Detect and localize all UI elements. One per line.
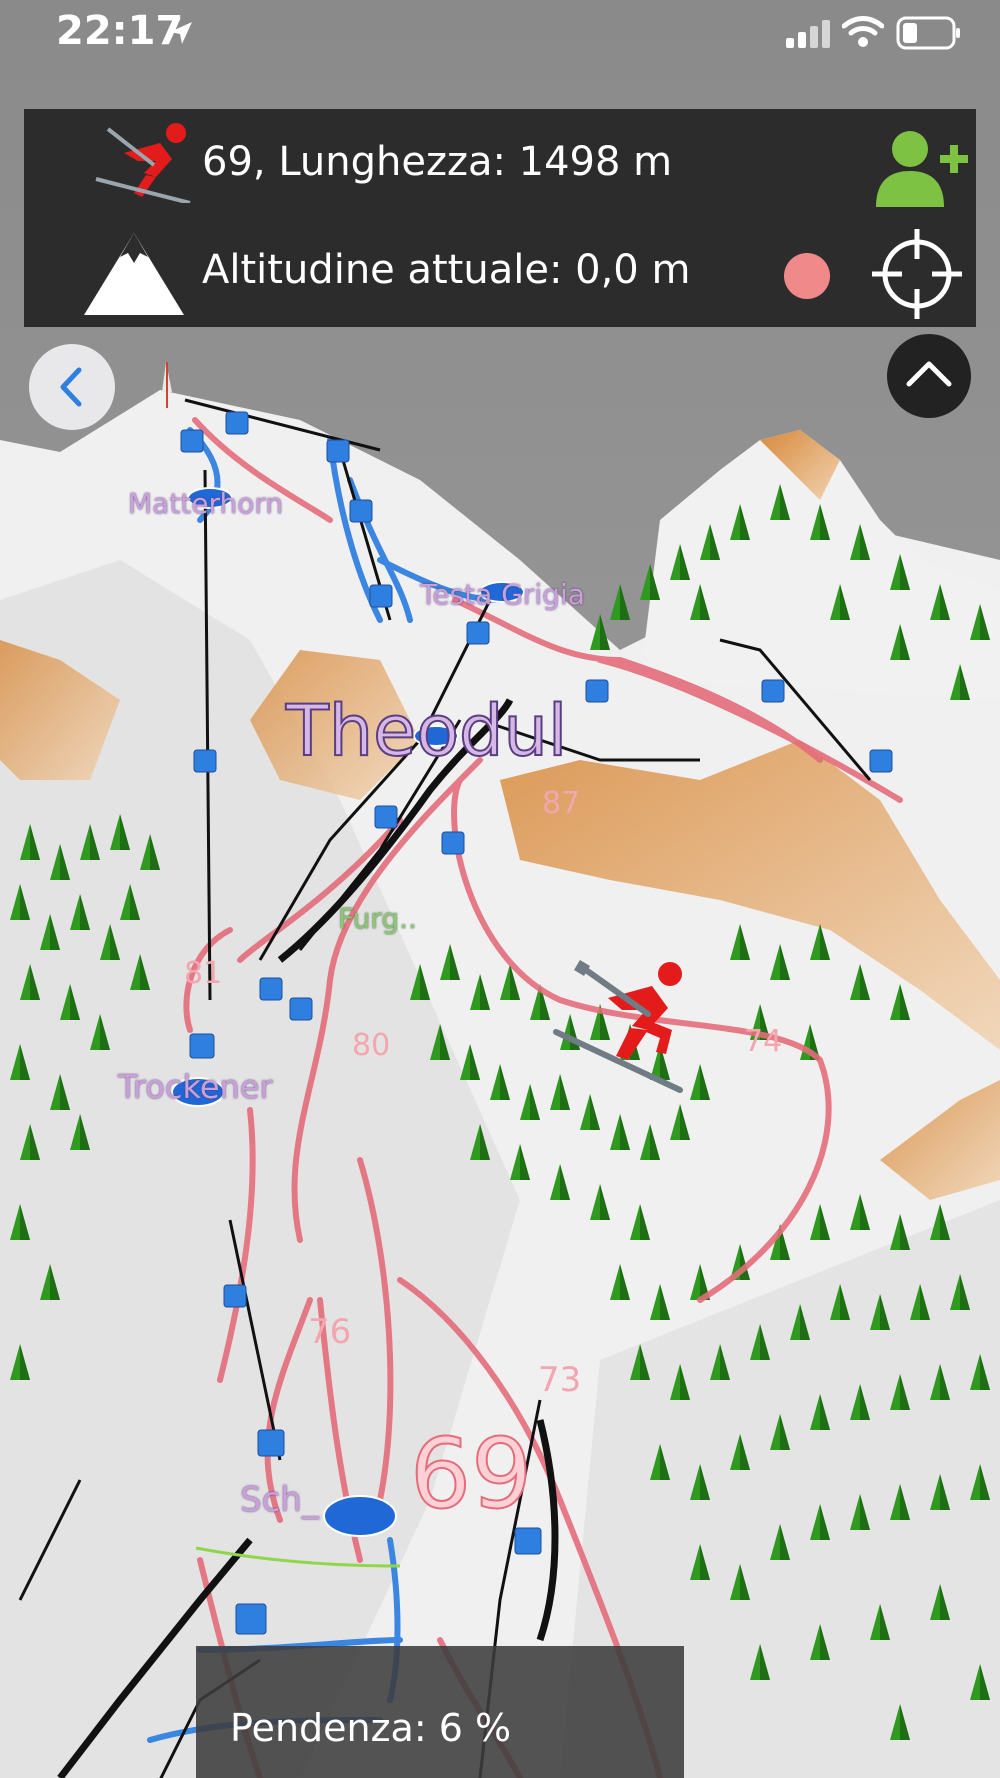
run-number-74: 74 [744, 1024, 783, 1059]
run-number-80: 80 [352, 1028, 391, 1063]
selected-run-number: 69 [409, 1417, 533, 1531]
station-label-matterhorn: Matterhorn [128, 487, 284, 520]
wifi-icon [842, 16, 884, 47]
run-number-73: 73 [538, 1360, 582, 1400]
station-label-testa-grigia: Testa Grigia [420, 578, 585, 611]
recording-indicator[interactable] [784, 253, 830, 299]
run-number-87: 87 [542, 786, 581, 821]
altitude-text: Altitudine attuale: 0,0 m [202, 247, 691, 293]
collapse-panel-button[interactable] [887, 334, 971, 418]
skier-icon [95, 123, 191, 203]
chevron-up-icon [906, 361, 952, 387]
add-friend-icon[interactable] [872, 127, 972, 207]
mountain-altitude-icon [84, 233, 184, 315]
back-button[interactable] [29, 344, 115, 430]
chevron-left-icon [60, 367, 82, 407]
area-label-theodul: Theodul [285, 689, 568, 773]
run-info-text: 69, Lunghezza: 1498 m [202, 139, 673, 185]
slope-info-bar: Pendenza: 6 % [196, 1646, 684, 1778]
locate-me-crosshair-icon[interactable] [872, 229, 962, 319]
run-number-81: 81 [184, 956, 223, 991]
cellular-signal-icon [786, 20, 830, 48]
status-bar: 22:17 [0, 0, 1000, 70]
station-label-furgg: Furg.. [338, 902, 417, 935]
location-arrow-icon [170, 22, 192, 44]
battery-icon [896, 16, 960, 50]
slope-text: Pendenza: 6 % [230, 1706, 512, 1750]
run-info-panel: 69, Lunghezza: 1498 m Altitudine attuale… [24, 109, 976, 327]
station-label-schwarzsee: Sch_ [240, 1480, 319, 1520]
station-label-trockener: Trockener [118, 1068, 273, 1106]
status-time: 22:17 [56, 8, 184, 54]
run-number-76: 76 [308, 1312, 352, 1352]
